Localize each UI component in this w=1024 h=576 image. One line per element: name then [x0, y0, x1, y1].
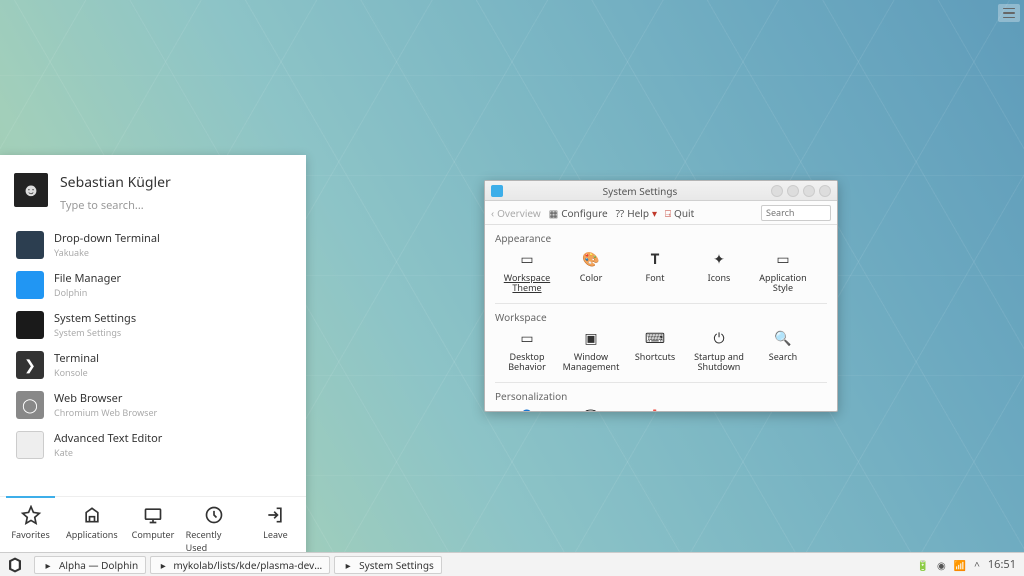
applications-icon	[81, 505, 103, 525]
chevron-down-icon: ▾	[652, 206, 657, 220]
text-editor-icon	[16, 431, 44, 459]
settings-item-font[interactable]: 𝐓Font	[623, 247, 687, 299]
settings-item-application-style[interactable]: ▭Application Style	[751, 247, 815, 299]
battery-icon[interactable]: 🔋	[917, 558, 929, 572]
settings-search-input[interactable]	[761, 205, 831, 221]
window-title: System Settings	[509, 184, 771, 198]
settings-toolbar: ‹ Overview ▦ Configure ⁇ Help ▾ ⍈ Quit	[485, 201, 837, 225]
section-appearance: Appearance	[495, 231, 827, 245]
workspace-theme-icon: ▭	[516, 249, 538, 271]
leave-icon	[264, 505, 286, 525]
settings-body: Appearance ▭Workspace Theme🎨Color𝐓Font✦Ic…	[485, 225, 837, 411]
help-icon: ⁇	[616, 206, 625, 220]
launcher-tab-leave[interactable]: Leave	[245, 497, 306, 560]
window-minimize-button[interactable]	[771, 185, 783, 197]
launcher-tab-recently-used[interactable]: Recently Used	[184, 497, 245, 560]
launcher-search-input[interactable]: Type to search...	[60, 198, 171, 213]
settings-item-icons[interactable]: ✦Icons	[687, 247, 751, 299]
mail-icon: ▸	[158, 559, 168, 571]
quit-button[interactable]: ⍈ Quit	[665, 206, 694, 220]
launcher-item-settings[interactable]: System SettingsSystem Settings	[0, 305, 306, 345]
window-close-button[interactable]	[819, 185, 831, 197]
launcher-tabs: FavoritesApplicationsComputerRecently Us…	[0, 496, 306, 560]
taskbar-task[interactable]: ▸mykolab/lists/kde/plasma-devel – KM	[150, 556, 330, 574]
settings-item-window-management[interactable]: ▣Window Management	[559, 326, 623, 378]
account-icon: 👤	[516, 407, 538, 411]
shortcuts-icon: ⌨	[644, 328, 666, 350]
taskbar: ▸Alpha — Dolphin▸mykolab/lists/kde/plasm…	[0, 552, 1024, 576]
settings-item-search[interactable]: 🔍Search	[751, 326, 815, 378]
taskbar-task[interactable]: ▸Alpha — Dolphin	[34, 556, 146, 574]
notification-icon: ❗	[644, 407, 666, 411]
settings-item-startup-and-shutdown[interactable]: ⏻Startup and Shutdown	[687, 326, 751, 378]
applications-pref-icon: ★	[708, 407, 730, 411]
search-icon: 🔍	[772, 328, 794, 350]
launcher-header: ☻ Sebastian Kügler Type to search...	[0, 155, 306, 223]
section-workspace: Workspace	[495, 310, 827, 324]
app-style-icon: ▭	[772, 249, 794, 271]
configure-icon: ▦	[549, 206, 558, 220]
settings-item-regional-settings[interactable]: 💬Regional Settings	[559, 405, 623, 411]
tray-expand-icon[interactable]: ^	[974, 558, 980, 572]
regional-icon: 💬	[580, 407, 602, 411]
network-icon[interactable]: ◉	[937, 558, 946, 572]
application-launcher: ☻ Sebastian Kügler Type to search... Dro…	[0, 155, 306, 560]
system-tray: 🔋 ◉ 📶 ^ 16:51	[909, 557, 1024, 572]
color-icon: 🎨	[580, 249, 602, 271]
user-name: Sebastian Kügler	[60, 173, 171, 192]
avatar[interactable]: ☻	[14, 173, 48, 207]
settings-item-account-details[interactable]: 👤Account Details	[495, 405, 559, 411]
icons-icon: ✦	[708, 249, 730, 271]
settings-item-desktop-behavior[interactable]: ▭Desktop Behavior	[495, 326, 559, 378]
quit-icon: ⍈	[665, 206, 671, 220]
font-icon: 𝐓	[644, 249, 666, 271]
terminal-dropdown-icon	[16, 231, 44, 259]
launcher-tab-computer[interactable]: Computer	[122, 497, 183, 560]
configure-button[interactable]: ▦ Configure	[549, 206, 608, 220]
computer-icon	[142, 505, 164, 525]
launcher-tab-applications[interactable]: Applications	[61, 497, 122, 560]
browser-icon: ◯	[16, 391, 44, 419]
kde-logo-icon	[6, 556, 24, 574]
start-button[interactable]	[0, 553, 30, 576]
recent-icon	[203, 505, 225, 525]
launcher-item-terminal-dropdown[interactable]: Drop-down TerminalYakuake	[0, 225, 306, 265]
folder-icon	[16, 271, 44, 299]
taskbar-task[interactable]: ▸System Settings	[334, 556, 442, 574]
settings-item-workspace-theme[interactable]: ▭Workspace Theme	[495, 247, 559, 299]
launcher-item-terminal[interactable]: ❯ TerminalKonsole	[0, 345, 306, 385]
desktop-menu-button[interactable]	[998, 4, 1020, 22]
launcher-item-folder[interactable]: File ManagerDolphin	[0, 265, 306, 305]
launcher-item-text-editor[interactable]: Advanced Text EditorKate	[0, 425, 306, 465]
launcher-item-browser[interactable]: ◯ Web BrowserChromium Web Browser	[0, 385, 306, 425]
settings-item-notification[interactable]: ❗Notification	[623, 405, 687, 411]
settings-icon	[16, 311, 44, 339]
launcher-favorites-list: Drop-down TerminalYakuake File ManagerDo…	[0, 223, 306, 496]
clock[interactable]: 16:51	[988, 557, 1016, 572]
window-maximize-button[interactable]	[787, 185, 799, 197]
settings-item-applications[interactable]: ★Applications	[687, 405, 751, 411]
section-personalization: Personalization	[495, 389, 827, 403]
window-titlebar[interactable]: System Settings	[485, 181, 837, 201]
window-app-icon	[491, 185, 503, 197]
chevron-left-icon: ‹	[491, 206, 494, 220]
system-settings-window: System Settings ‹ Overview ▦ Configure ⁇…	[484, 180, 838, 412]
settings-icon: ▸	[342, 559, 354, 571]
star-icon	[20, 505, 42, 525]
wifi-icon[interactable]: 📶	[954, 558, 966, 572]
startup-icon: ⏻	[708, 328, 730, 350]
terminal-icon: ❯	[16, 351, 44, 379]
overview-back-button[interactable]: ‹ Overview	[491, 206, 541, 220]
settings-item-shortcuts[interactable]: ⌨Shortcuts	[623, 326, 687, 378]
help-button[interactable]: ⁇ Help ▾	[616, 206, 657, 220]
window-shade-button[interactable]	[803, 185, 815, 197]
desktop-behavior-icon: ▭	[516, 328, 538, 350]
launcher-tab-favorites[interactable]: Favorites	[0, 497, 61, 560]
settings-item-color[interactable]: 🎨Color	[559, 247, 623, 299]
folder-icon: ▸	[42, 559, 54, 571]
window-management-icon: ▣	[580, 328, 602, 350]
